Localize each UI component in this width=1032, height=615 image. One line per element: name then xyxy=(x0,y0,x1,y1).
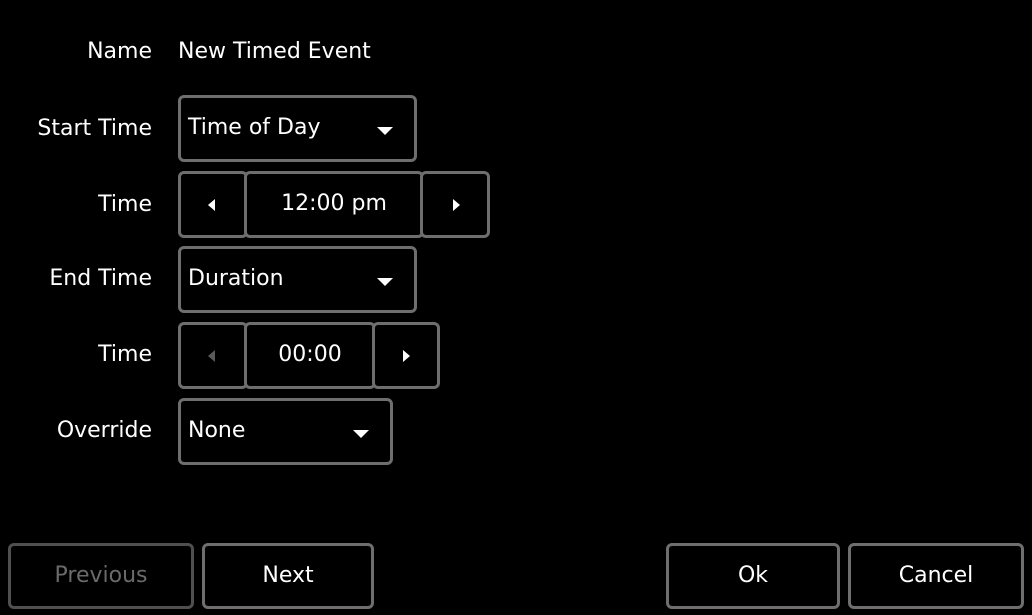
start-time-value-label: Time xyxy=(98,192,152,217)
end-time-selected: Duration xyxy=(188,266,284,291)
chevron-down-icon xyxy=(377,127,393,135)
arrow-right-icon xyxy=(403,350,410,362)
duration-decrement-button[interactable] xyxy=(178,322,248,389)
ok-button[interactable]: Ok xyxy=(666,543,840,609)
name-label: Name xyxy=(87,39,152,64)
cancel-button[interactable]: Cancel xyxy=(848,543,1024,609)
override-label: Override xyxy=(56,418,152,443)
duration-value: 00:00 xyxy=(278,342,342,367)
duration-increment-button[interactable] xyxy=(372,322,440,389)
name-value[interactable]: New Timed Event xyxy=(178,37,371,67)
start-time-value-field[interactable]: 12:00 pm xyxy=(244,171,424,238)
previous-button[interactable]: Previous xyxy=(8,543,194,609)
start-time-dropdown[interactable]: Time of Day xyxy=(178,95,417,162)
arrow-left-icon xyxy=(208,199,215,211)
start-time-selected: Time of Day xyxy=(188,115,321,140)
arrow-right-icon xyxy=(453,199,460,211)
start-time-value: 12:00 pm xyxy=(281,191,387,216)
start-time-label: Start Time xyxy=(37,116,152,141)
override-dropdown[interactable]: None xyxy=(178,398,393,465)
end-time-label: End Time xyxy=(49,266,152,291)
chevron-down-icon xyxy=(377,278,393,286)
override-selected: None xyxy=(188,418,246,443)
start-time-decrement-button[interactable] xyxy=(178,171,248,238)
end-time-dropdown[interactable]: Duration xyxy=(178,246,417,313)
duration-value-label: Time xyxy=(98,342,152,367)
arrow-left-icon xyxy=(208,350,215,362)
next-button[interactable]: Next xyxy=(202,543,374,609)
duration-value-field[interactable]: 00:00 xyxy=(244,322,376,389)
start-time-increment-button[interactable] xyxy=(420,171,490,238)
chevron-down-icon xyxy=(353,430,369,438)
